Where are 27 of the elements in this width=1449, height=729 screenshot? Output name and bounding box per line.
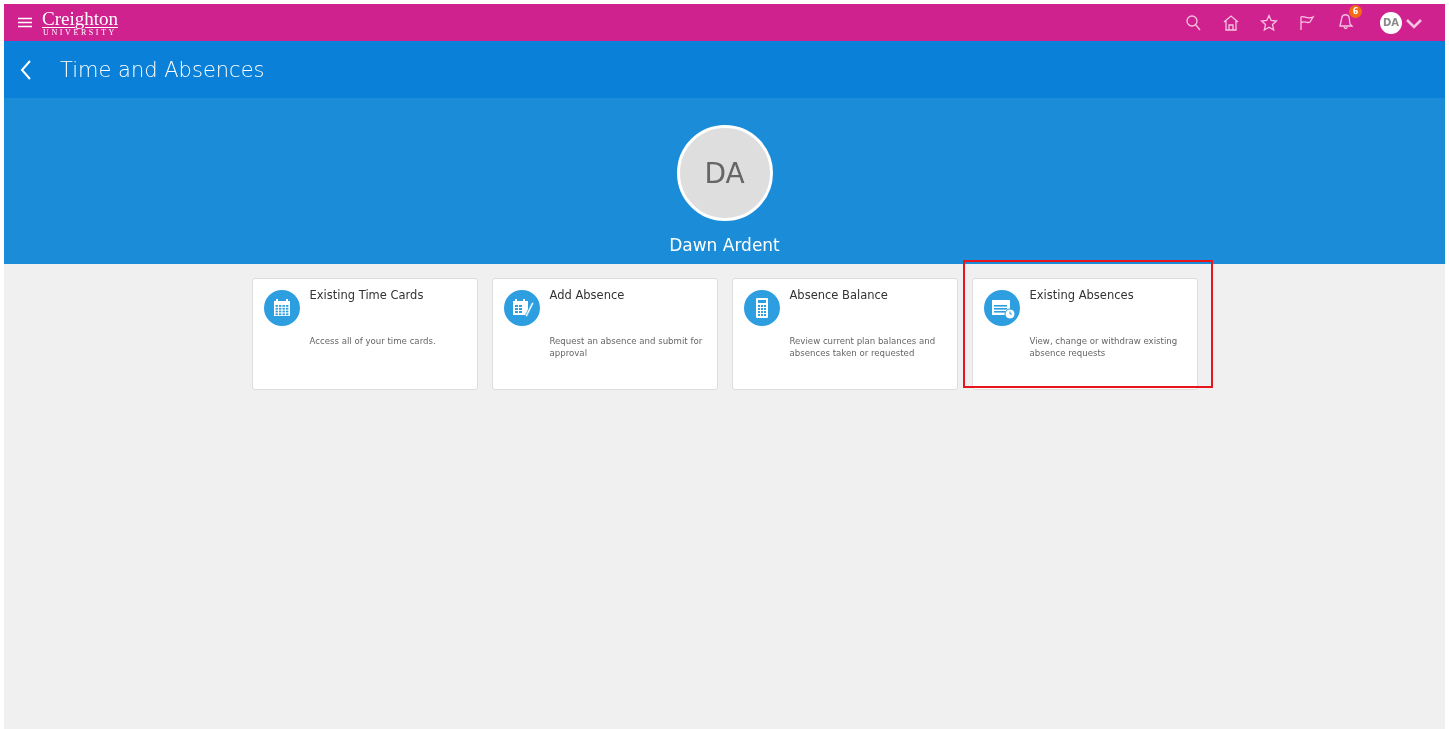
app-tile[interactable]: Add Absence Request an absence and submit for approval xyxy=(491,278,718,390)
flag-icon[interactable] xyxy=(1298,13,1316,32)
search-icon[interactable] xyxy=(1184,13,1202,32)
star-icon[interactable] xyxy=(1260,13,1278,32)
tile-description: Review current plan balances and absences taken or requested xyxy=(789,336,937,360)
list-clock-icon xyxy=(983,290,1020,326)
notifications-icon[interactable] xyxy=(1336,11,1354,30)
notification-count: 6 xyxy=(1349,4,1362,18)
tile-description: Request an absence and submit for approval xyxy=(549,336,704,360)
calendar-pencil-icon xyxy=(503,290,540,326)
tile-title: Absence Balance xyxy=(789,288,889,302)
tile-title: Existing Time Cards xyxy=(309,288,425,302)
menu-icon[interactable] xyxy=(18,17,32,28)
profile-avatar: DA xyxy=(676,125,773,221)
page-title: Time and Absences xyxy=(60,57,265,82)
profile-name: Dawn Ardent xyxy=(669,235,780,255)
app-tile[interactable]: Existing Time Cards Access all of your time cards. xyxy=(251,278,478,390)
app-tile[interactable]: Existing Absences View, change or withdraw existing absence requests xyxy=(971,278,1198,390)
calculator-icon xyxy=(743,290,780,326)
tile-title: Add Absence xyxy=(549,288,626,302)
tile-title: Existing Absences xyxy=(1029,288,1135,302)
tile-description: Access all of your time cards. xyxy=(309,336,436,348)
tile-description: View, change or withdraw existing absence requests xyxy=(1029,336,1179,360)
home-icon[interactable] xyxy=(1222,13,1240,32)
calendar-icon xyxy=(263,290,300,326)
app-tile[interactable]: Absence Balance Review current plan balances and absences taken or requested xyxy=(731,278,958,390)
university-logo[interactable]: Creighton UNIVERSITY xyxy=(42,8,118,37)
